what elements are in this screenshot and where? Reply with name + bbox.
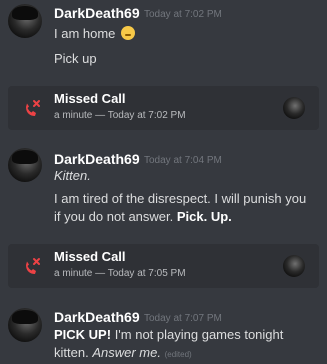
call-subtitle: a minute — Today at 7:02 PM (54, 110, 186, 121)
call-title: Missed Call (54, 91, 126, 106)
message-line: Kitten. (54, 168, 91, 183)
message-timestamp: Today at 7:04 PM (144, 155, 222, 166)
call-subtitle: a minute — Today at 7:05 PM (54, 268, 186, 279)
call-title: Missed Call (54, 249, 126, 264)
relieved-emoji-icon (121, 26, 136, 40)
message-line: I am tired of the disrespect. I will pun… (54, 191, 307, 206)
message-line: if you do not answer. Pick. Up. (54, 209, 232, 224)
message-line: I am home (54, 25, 136, 43)
author-name[interactable]: DarkDeath69 (54, 5, 140, 21)
message-line: kitten. Answer me. (edited) (54, 345, 192, 360)
message-timestamp: Today at 7:02 PM (144, 9, 222, 20)
user-avatar[interactable] (8, 4, 42, 38)
missed-call-icon (26, 258, 40, 274)
missed-call-icon (26, 100, 40, 116)
user-avatar[interactable] (8, 148, 42, 182)
message-line: PICK UP! I'm not playing games tonight (54, 327, 284, 342)
user-avatar[interactable] (8, 308, 42, 342)
author-name[interactable]: DarkDeath69 (54, 151, 140, 167)
missed-call-card: Missed Call a minute — Today at 7:05 PM (8, 244, 319, 288)
author-name[interactable]: DarkDeath69 (54, 309, 140, 325)
edited-label: (edited) (164, 350, 192, 359)
caller-avatar (283, 97, 305, 119)
missed-call-card: Missed Call a minute — Today at 7:02 PM (8, 86, 319, 130)
caller-avatar (283, 255, 305, 277)
message-line: Pick up (54, 51, 97, 66)
message-timestamp: Today at 7:07 PM (144, 313, 222, 324)
